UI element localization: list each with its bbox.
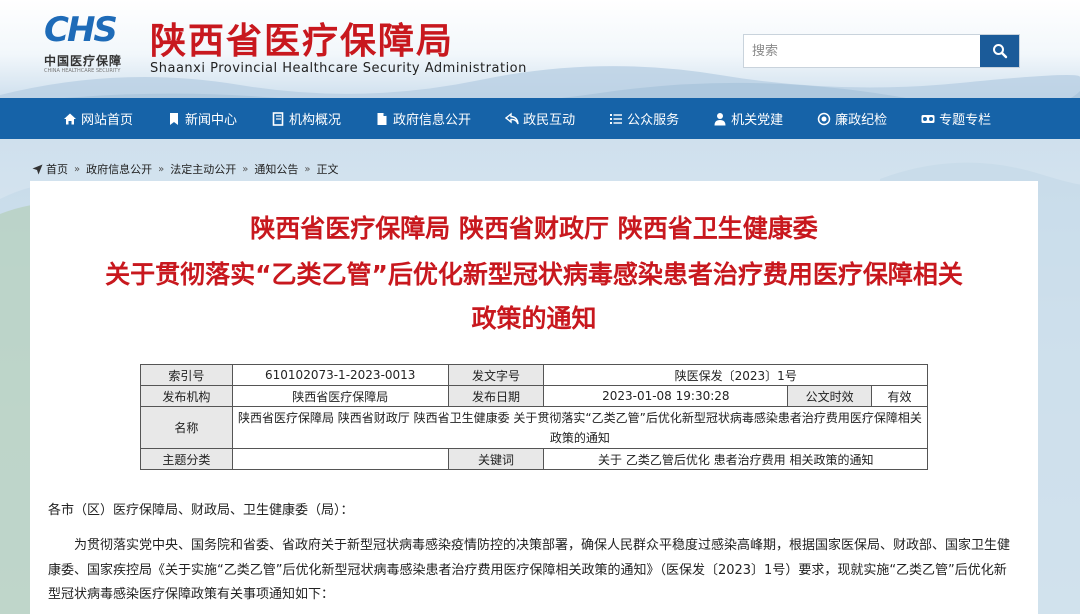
nav-item-home[interactable]: 网站首页 — [52, 98, 144, 139]
table-row: 主题分类 关键词 关于 乙类乙管后优化 患者治疗费用 相关政策的通知 — [140, 448, 928, 470]
article-salutation: 各市（区）医疗保障局、财政局、卫生健康委（局）： — [48, 503, 354, 518]
meta-label: 关键词 — [447, 448, 545, 470]
home-icon — [64, 113, 76, 124]
table-row: 名称 陕西省医疗保障局 陕西省财政厅 陕西省卫生健康委 关于贯彻落实“乙类乙管”… — [140, 406, 929, 449]
site-title: 陕西省医疗保障局 — [150, 20, 455, 62]
nav-item-gov-info[interactable]: 政府信息公开 — [364, 98, 482, 139]
nav-item-label: 机构概况 — [289, 113, 342, 128]
location-arrow-icon — [32, 164, 43, 174]
nav-item-label: 政民互动 — [523, 113, 576, 128]
breadcrumb-item[interactable]: 法定主动公开 — [170, 161, 236, 177]
meta-label: 发文字号 — [447, 364, 545, 386]
meta-label: 公文时效 — [787, 385, 873, 407]
article-title-line-3: 政策的通知 — [471, 304, 597, 333]
breadcrumb-item[interactable]: 首页 — [46, 161, 68, 177]
nav-item-label: 专题专栏 — [939, 113, 992, 128]
breadcrumb: 首页 » 政府信息公开 » 法定主动公开 » 通知公告 » 正文 — [32, 161, 339, 177]
logo-mark: CHS — [44, 10, 118, 50]
meta-value: 陕医保发〔2023〕1号 — [543, 364, 928, 386]
breadcrumb-separator: » — [74, 163, 81, 175]
main-nav: 网站首页 新闻中心 机构概况 政府信息公开 政民互动 公众服务 机关党建 廉政纪… — [0, 98, 1080, 139]
article-card: 陕西省医疗保障局 陕西省财政厅 陕西省卫生健康委 关于贯彻落实“乙类乙管”后优化… — [30, 181, 1038, 614]
meta-label: 索引号 — [140, 364, 233, 386]
article-title-line-2: 关于贯彻落实“乙类乙管”后优化新型冠状病毒感染患者治疗费用医疗保障相关 — [105, 260, 963, 289]
search-icon — [992, 44, 1007, 59]
search-box — [743, 34, 1020, 68]
nav-item-news[interactable]: 新闻中心 — [156, 98, 248, 139]
table-row: 索引号 610102073-1-2023-0013 发文字号 陕医保发〔2023… — [140, 364, 928, 386]
meta-value: 关于 乙类乙管后优化 患者治疗费用 相关政策的通知 — [543, 448, 928, 470]
nav-item-discipline[interactable]: 廉政纪检 — [806, 98, 898, 139]
meta-value: 陕西省医疗保障局 陕西省财政厅 陕西省卫生健康委 关于贯彻落实“乙类乙管”后优化… — [231, 406, 929, 449]
logo-english-text: CHINA HEALTHCARE SECURITY — [44, 68, 121, 74]
meta-value — [231, 448, 449, 470]
meta-label: 主题分类 — [140, 448, 233, 470]
logo-chinese-text: 中国医疗保障 — [44, 54, 123, 68]
meta-value: 610102073-1-2023-0013 — [231, 364, 449, 386]
table-row: 发布机构 陕西省医疗保障局 发布日期 2023-01-08 19:30:28 公… — [140, 385, 928, 407]
article-paragraph: 为贯彻落实党中央、国务院和省委、省政府关于新型冠状病毒感染疫情防控的决策部署，确… — [48, 538, 1011, 602]
nav-item-label: 政府信息公开 — [393, 113, 472, 128]
site-subtitle: Shaanxi Provincial Healthcare Security A… — [150, 61, 527, 76]
breadcrumb-separator: » — [242, 163, 249, 175]
nav-item-label: 廉政纪检 — [835, 113, 888, 128]
search-input[interactable] — [744, 35, 981, 67]
user-icon — [714, 112, 726, 125]
breadcrumb-current: 正文 — [316, 163, 339, 176]
site-logo[interactable]: CHS 中国医疗保障 CHINA HEALTHCARE SECURITY — [44, 10, 144, 74]
search-button[interactable] — [980, 35, 1019, 67]
book-icon — [272, 111, 284, 126]
nav-item-party[interactable]: 机关党建 — [702, 98, 794, 139]
target-icon — [817, 112, 831, 125]
breadcrumb-separator: » — [304, 163, 311, 175]
meta-value: 有效 — [871, 385, 928, 407]
nav-item-about[interactable]: 机构概况 — [260, 98, 352, 139]
file-icon — [377, 112, 387, 125]
breadcrumb-item[interactable]: 政府信息公开 — [86, 161, 152, 177]
binoculars-icon — [921, 114, 935, 123]
meta-value: 2023-01-08 19:30:28 — [543, 385, 789, 407]
meta-label: 名称 — [140, 406, 233, 449]
list-icon — [610, 113, 623, 124]
meta-label: 发布机构 — [140, 385, 233, 407]
document-meta-table: 索引号 610102073-1-2023-0013 发文字号 陕医保发〔2023… — [140, 364, 929, 470]
site-header: CHS 中国医疗保障 CHINA HEALTHCARE SECURITY 陕西省… — [0, 0, 1080, 98]
breadcrumb-item[interactable]: 通知公告 — [254, 161, 298, 177]
nav-item-label: 网站首页 — [81, 113, 134, 128]
breadcrumb-separator: » — [158, 163, 165, 175]
article-title-line-1: 陕西省医疗保障局 陕西省财政厅 陕西省卫生健康委 — [250, 214, 818, 243]
reply-icon — [505, 112, 519, 124]
bookmark-icon — [170, 112, 179, 125]
nav-item-public-service[interactable]: 公众服务 — [598, 98, 690, 139]
nav-item-interaction[interactable]: 政民互动 — [494, 98, 586, 139]
nav-item-special[interactable]: 专题专栏 — [910, 98, 1002, 139]
meta-label: 发布日期 — [447, 385, 545, 407]
meta-value: 陕西省医疗保障局 — [231, 385, 449, 407]
nav-item-label: 机关党建 — [731, 113, 784, 128]
nav-item-label: 新闻中心 — [185, 113, 238, 128]
nav-item-label: 公众服务 — [627, 113, 680, 128]
